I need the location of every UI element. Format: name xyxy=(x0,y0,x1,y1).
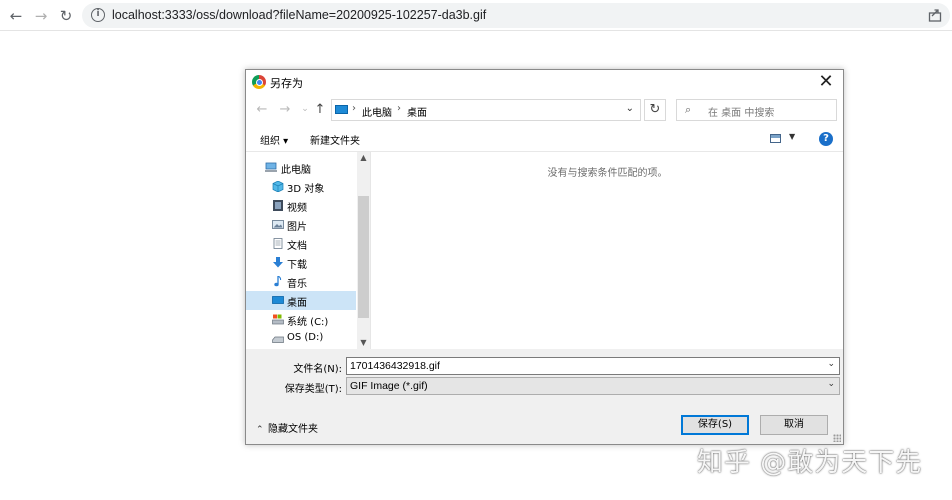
dialog-titlebar[interactable]: 另存为 ✕ xyxy=(246,70,843,94)
nav-item-pictures[interactable]: 图片 xyxy=(246,215,356,234)
address-bar[interactable]: i localhost:3333/oss/download?fileName=2… xyxy=(82,3,950,28)
back-arrow-icon[interactable]: ← xyxy=(6,6,26,26)
filetype-label: 保存类型(T): xyxy=(284,384,342,395)
forward-arrow-icon[interactable]: → xyxy=(31,6,51,26)
site-info-icon[interactable]: i xyxy=(91,8,105,22)
video-icon xyxy=(273,200,283,211)
chevron-up-icon[interactable]: ▲ xyxy=(357,152,370,164)
filename-value[interactable]: 1701436432918.gif xyxy=(350,360,440,372)
chevron-up-icon: ⌃ xyxy=(256,425,264,435)
breadcrumb-separator-icon[interactable]: › xyxy=(352,103,356,114)
browser-toolbar: ← → ↻ i localhost:3333/oss/download?file… xyxy=(0,0,952,31)
breadcrumb-this-pc[interactable]: 此电脑 xyxy=(362,104,392,119)
path-bar-row: ← → ⌄ ↑ › 此电脑 › 桌面 ⌄ ↻ ⌕ 在 桌面 中搜索 xyxy=(246,94,843,126)
resize-grip-icon[interactable] xyxy=(833,434,841,442)
nav-item-3d-objects[interactable]: 3D 对象 xyxy=(246,177,356,196)
share-icon[interactable] xyxy=(928,8,942,22)
reload-icon[interactable]: ↻ xyxy=(56,6,76,26)
nav-item-videos[interactable]: 视频 xyxy=(246,196,356,215)
cancel-button[interactable]: 取消 xyxy=(760,415,828,435)
breadcrumb-separator-icon[interactable]: › xyxy=(397,103,401,114)
nav-item-label: 视频 xyxy=(287,203,307,214)
3d-objects-icon xyxy=(272,181,284,192)
nav-item-label: 音乐 xyxy=(287,279,307,290)
desktop-folder-icon xyxy=(335,105,348,114)
watermark: 知乎 @敢为天下先 xyxy=(697,448,923,478)
search-input[interactable]: ⌕ 在 桌面 中搜索 xyxy=(676,99,837,121)
music-icon xyxy=(274,276,282,287)
filename-field[interactable]: 1701436432918.gif ⌄ xyxy=(346,357,840,375)
organize-menu[interactable]: 组织 ▾ xyxy=(260,132,288,147)
nav-item-label: OS (D:) xyxy=(287,332,324,343)
nav-item-music[interactable]: 音乐 xyxy=(246,272,356,291)
address-url[interactable]: localhost:3333/oss/download?fileName=202… xyxy=(112,8,486,22)
hide-folders-toggle[interactable]: ⌃ 隐藏文件夹 xyxy=(256,420,318,435)
download-icon xyxy=(273,257,283,268)
hide-folders-label: 隐藏文件夹 xyxy=(268,424,318,435)
drive-d-icon xyxy=(272,336,284,343)
forward-arrow-icon[interactable]: → xyxy=(278,102,292,117)
nav-item-desktop[interactable]: 桌面 xyxy=(246,291,356,310)
filetype-select[interactable]: GIF Image (*.gif) ⌄ xyxy=(346,377,840,395)
pictures-icon xyxy=(272,220,284,229)
dialog-title: 另存为 xyxy=(270,77,303,90)
scrollbar-thumb[interactable] xyxy=(358,196,369,318)
navigation-pane: 此电脑 3D 对象 视频 图片 文档 下载 音乐 桌面 系统 (C:) OS (… xyxy=(246,152,370,349)
chevron-down-icon[interactable]: ⌄ xyxy=(827,359,835,369)
nav-item-label: 文档 xyxy=(287,241,307,252)
nav-item-documents[interactable]: 文档 xyxy=(246,234,356,253)
back-arrow-icon[interactable]: ← xyxy=(255,102,269,117)
nav-item-label: 图片 xyxy=(287,222,307,233)
up-arrow-icon[interactable]: ↑ xyxy=(313,102,327,117)
view-options-icon[interactable] xyxy=(770,134,781,143)
breadcrumb-desktop[interactable]: 桌面 xyxy=(407,104,427,119)
search-placeholder: 在 桌面 中搜索 xyxy=(708,108,775,119)
file-list-pane[interactable]: 没有与搜索条件匹配的项。 xyxy=(370,152,843,349)
help-icon[interactable]: ? xyxy=(819,132,833,146)
close-icon[interactable]: ✕ xyxy=(815,71,837,93)
nav-item-downloads[interactable]: 下载 xyxy=(246,253,356,272)
empty-results-message: 没有与搜索条件匹配的项。 xyxy=(547,168,668,179)
navigation-scrollbar[interactable]: ▲ ▼ xyxy=(357,152,370,349)
nav-item-label: 3D 对象 xyxy=(287,184,325,195)
nav-item-label: 桌面 xyxy=(287,298,307,309)
nav-item-label: 此电脑 xyxy=(281,165,311,176)
chevron-down-icon[interactable]: ⌄ xyxy=(626,103,634,114)
filename-label: 文件名(N): xyxy=(293,364,342,375)
documents-icon xyxy=(273,238,283,249)
search-icon: ⌕ xyxy=(685,103,692,116)
computer-icon xyxy=(265,162,277,172)
nav-item-drive-c[interactable]: 系统 (C:) xyxy=(246,310,356,329)
nav-item-label: 下载 xyxy=(287,260,307,271)
chevron-down-icon[interactable]: ▼ xyxy=(357,337,370,349)
refresh-icon[interactable]: ↻ xyxy=(644,99,666,121)
chrome-logo-icon xyxy=(252,75,266,89)
new-folder-button[interactable]: 新建文件夹 xyxy=(310,132,360,147)
nav-item-label: 系统 (C:) xyxy=(287,317,329,328)
recent-locations-chevron-icon[interactable]: ⌄ xyxy=(298,104,312,114)
breadcrumb[interactable]: › 此电脑 › 桌面 ⌄ xyxy=(331,99,641,121)
chevron-down-icon[interactable]: ⌄ xyxy=(827,379,835,389)
dialog-toolbar: 组织 ▾ 新建文件夹 ▼ ? xyxy=(246,126,843,152)
filetype-value[interactable]: GIF Image (*.gif) xyxy=(350,380,428,392)
save-as-dialog: 另存为 ✕ ← → ⌄ ↑ › 此电脑 › 桌面 ⌄ ↻ ⌕ 在 桌面 中搜索 … xyxy=(245,69,844,445)
desktop-icon xyxy=(272,296,284,304)
nav-item-drive-d[interactable]: OS (D:) xyxy=(246,329,356,348)
chevron-down-icon[interactable]: ▼ xyxy=(789,132,795,141)
nav-item-this-pc[interactable]: 此电脑 xyxy=(246,158,356,177)
save-button[interactable]: 保存(S) xyxy=(681,415,749,435)
drive-c-icon xyxy=(272,314,284,325)
